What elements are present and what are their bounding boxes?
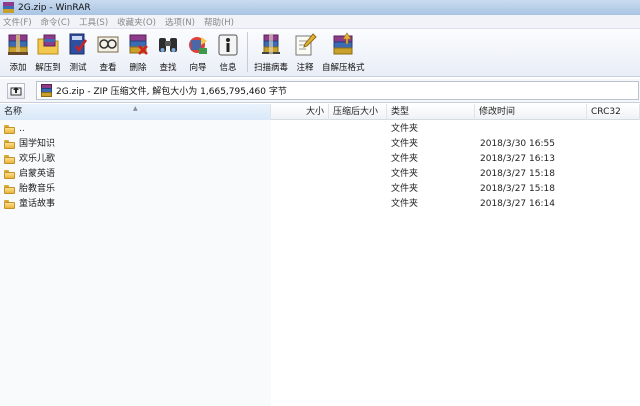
comment-button-label: 注释 xyxy=(296,63,314,73)
add-button-label: 添加 xyxy=(9,63,27,73)
item-modified: 2018/3/27 16:14 xyxy=(480,199,555,209)
list-item[interactable]: 国学知识 文件夹 2018/3/30 16:55 xyxy=(0,137,640,152)
list-item[interactable]: 欢乐儿歌 文件夹 2018/3/27 16:13 xyxy=(0,152,640,167)
archive-path-text: 2G.zip - ZIP 压缩文件, 解包大小为 1,665,795,460 字… xyxy=(56,87,287,97)
sfx-icon xyxy=(333,32,353,55)
address-bar: 2G.zip - ZIP 压缩文件, 解包大小为 1,665,795,460 字… xyxy=(0,79,640,103)
item-name: .. xyxy=(19,124,25,134)
toolbar-separator xyxy=(247,32,248,72)
column-type-header[interactable]: 类型 xyxy=(387,104,475,120)
column-crc-header[interactable]: CRC32 xyxy=(587,104,640,120)
folder-icon xyxy=(4,125,15,134)
find-binoculars-icon xyxy=(159,38,177,52)
wizard-button[interactable]: 向导 xyxy=(185,32,211,73)
find-button-label: 查找 xyxy=(159,63,177,73)
test-button[interactable]: 测试 xyxy=(65,32,91,73)
extract-to-button-label: 解压到 xyxy=(35,63,61,73)
delete-button[interactable]: 删除 xyxy=(125,32,151,73)
item-modified: 2018/3/30 16:55 xyxy=(480,139,555,149)
up-folder-button[interactable] xyxy=(7,82,25,99)
view-icon xyxy=(97,36,119,53)
winrar-app-icon[interactable] xyxy=(3,2,14,13)
column-header: 名称 ▲ 大小 压缩后大小 类型 修改时间 CRC32 xyxy=(0,104,640,120)
column-packed-header[interactable]: 压缩后大小 xyxy=(329,104,387,120)
comment-icon xyxy=(295,33,317,56)
item-modified: 2018/3/27 16:13 xyxy=(480,154,555,164)
file-list[interactable]: .. 文件夹 国学知识 文件夹 2018/3/30 16:55 欢乐儿歌 文件夹… xyxy=(0,120,640,406)
info-icon xyxy=(218,34,238,56)
test-button-label: 测试 xyxy=(69,63,87,73)
info-button-label: 信息 xyxy=(219,63,237,73)
view-button[interactable]: 查看 xyxy=(95,32,121,73)
wizard-icon xyxy=(189,37,207,54)
item-type: 文件夹 xyxy=(391,139,419,149)
menu-commands[interactable]: 命令(C) xyxy=(41,16,71,28)
sort-ascending-icon: ▲ xyxy=(133,105,138,112)
view-button-label: 查看 xyxy=(99,63,117,73)
list-item-parent-folder[interactable]: .. 文件夹 xyxy=(0,122,640,137)
menu-file[interactable]: 文件(F) xyxy=(3,16,32,28)
menu-options[interactable]: 选项(N) xyxy=(165,16,195,28)
add-archive-icon xyxy=(8,34,28,55)
item-name: 胎教音乐 xyxy=(19,184,56,194)
comment-button[interactable]: 注释 xyxy=(292,32,318,73)
zip-archive-icon xyxy=(41,84,52,97)
folder-icon xyxy=(4,140,15,149)
column-modified-header[interactable]: 修改时间 xyxy=(475,104,587,120)
info-button[interactable]: 信息 xyxy=(215,32,241,73)
virus-scan-button-label: 扫描病毒 xyxy=(254,63,289,73)
delete-button-label: 删除 xyxy=(129,63,147,73)
extract-to-icon xyxy=(37,34,59,55)
virus-scan-icon xyxy=(262,33,280,55)
sfx-button[interactable]: 自解压格式 xyxy=(322,32,365,73)
find-button[interactable]: 查找 xyxy=(155,32,181,73)
item-name: 启蒙英语 xyxy=(19,169,56,179)
toolbar: 添加 解压到 测试 查看 删除 查找 向导 信息 扫描病毒 注释 自解压格式 xyxy=(0,29,640,77)
menu-bar: 文件(F) 命令(C) 工具(S) 收藏夹(O) 选项(N) 帮助(H) xyxy=(0,15,640,29)
list-item[interactable]: 童话故事 文件夹 2018/3/27 16:14 xyxy=(0,197,640,212)
window-title: 2G.zip - WinRAR xyxy=(18,2,91,13)
item-type: 文件夹 xyxy=(391,184,419,194)
test-archive-icon xyxy=(69,33,88,55)
delete-icon xyxy=(129,34,148,55)
up-arrow-icon xyxy=(10,86,22,95)
sfx-button-label: 自解压格式 xyxy=(322,63,365,73)
list-item[interactable]: 启蒙英语 文件夹 2018/3/27 15:18 xyxy=(0,167,640,182)
item-name: 国学知识 xyxy=(19,139,56,149)
item-type: 文件夹 xyxy=(391,124,419,134)
virus-scan-button[interactable]: 扫描病毒 xyxy=(254,32,288,73)
list-item[interactable]: 胎教音乐 文件夹 2018/3/27 15:18 xyxy=(0,182,640,197)
folder-icon xyxy=(4,200,15,209)
archive-path-field[interactable]: 2G.zip - ZIP 压缩文件, 解包大小为 1,665,795,460 字… xyxy=(36,81,639,100)
title-bar: 2G.zip - WinRAR xyxy=(0,0,640,15)
item-name: 童话故事 xyxy=(19,199,56,209)
folder-icon xyxy=(4,185,15,194)
menu-tools[interactable]: 工具(S) xyxy=(79,16,108,28)
column-size-header[interactable]: 大小 xyxy=(271,104,329,120)
menu-help[interactable]: 帮助(H) xyxy=(204,16,234,28)
item-name: 欢乐儿歌 xyxy=(19,154,56,164)
item-type: 文件夹 xyxy=(391,199,419,209)
folder-icon xyxy=(4,170,15,179)
wizard-button-label: 向导 xyxy=(189,63,207,73)
item-modified: 2018/3/27 15:18 xyxy=(480,169,555,179)
extract-to-button[interactable]: 解压到 xyxy=(35,32,61,73)
item-type: 文件夹 xyxy=(391,169,419,179)
menu-favorites[interactable]: 收藏夹(O) xyxy=(117,16,156,28)
item-type: 文件夹 xyxy=(391,154,419,164)
folder-icon xyxy=(4,155,15,164)
add-button[interactable]: 添加 xyxy=(5,32,31,73)
item-modified: 2018/3/27 15:18 xyxy=(480,184,555,194)
